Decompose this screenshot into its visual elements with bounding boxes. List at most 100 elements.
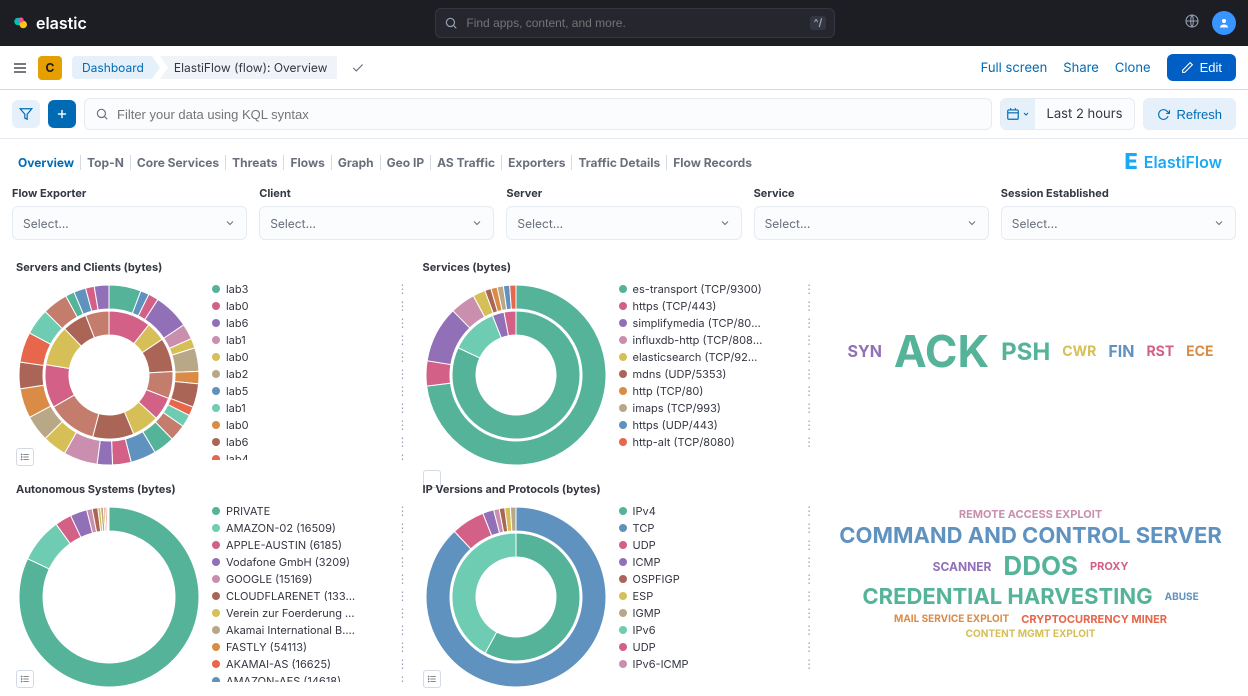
cloud-word[interactable]: SYN [848, 341, 882, 361]
legend-item[interactable]: PRIVATE ⋮ [212, 502, 409, 519]
legend-dots-icon[interactable]: ⋮ [803, 503, 815, 518]
legend-item[interactable]: UDP ⋮ [619, 536, 816, 553]
legend-dots-icon[interactable]: ⋮ [803, 349, 815, 364]
legend-item[interactable]: influxdb-http (TCP/8086) ⋮ [619, 331, 816, 348]
refresh-button[interactable]: Refresh [1143, 98, 1236, 130]
edit-button[interactable]: Edit [1167, 54, 1236, 81]
legend-item[interactable]: lab3 ⋮ [212, 280, 409, 297]
legend-item[interactable]: AMAZON-AES (14618) ⋮ [212, 672, 409, 682]
cloud-word[interactable]: ABUSE [1165, 591, 1199, 603]
global-search[interactable]: ^/ [435, 8, 835, 38]
list-icon[interactable] [423, 670, 441, 688]
legend-item[interactable]: http (TCP/80) ⋮ [619, 382, 816, 399]
legend-item[interactable]: lab4 ⋮ [212, 450, 409, 460]
legend-item[interactable]: https (UDP/443) ⋮ [619, 416, 816, 433]
legend-dots-icon[interactable]: ⋮ [397, 554, 409, 569]
legend-dots-icon[interactable]: ⋮ [397, 298, 409, 313]
list-icon[interactable] [16, 448, 34, 466]
legend-dots-icon[interactable]: ⋮ [397, 366, 409, 381]
tab-top-n[interactable]: Top-N [81, 155, 131, 170]
list-icon[interactable] [16, 670, 34, 688]
legend-dots-icon[interactable]: ⋮ [803, 554, 815, 569]
legend-item[interactable]: Akamai International B.V. (... ⋮ [212, 621, 409, 638]
tab-overview[interactable]: Overview [12, 155, 81, 170]
legend-dots-icon[interactable]: ⋮ [803, 434, 815, 449]
legend-item[interactable]: lab2 ⋮ [212, 365, 409, 382]
cloud-word[interactable]: ACK [894, 324, 989, 378]
donut-servers-clients[interactable] [14, 280, 204, 470]
legend-item[interactable]: IPv6 ⋮ [619, 621, 816, 638]
kql-input[interactable] [117, 107, 981, 122]
legend-item[interactable]: lab0 ⋮ [212, 416, 409, 433]
legend-item[interactable]: lab1 ⋮ [212, 399, 409, 416]
legend-item[interactable]: http-alt (TCP/8080) ⋮ [619, 433, 816, 450]
global-search-input[interactable] [466, 16, 801, 30]
legend-item[interactable]: elasticsearch (TCP/9200) ⋮ [619, 348, 816, 365]
legend-item[interactable]: GOOGLE (15169) ⋮ [212, 570, 409, 587]
cloud-word[interactable]: DDOS [1003, 551, 1078, 582]
tab-exporters[interactable]: Exporters [502, 155, 572, 170]
legend-dots-icon[interactable]: ⋮ [397, 400, 409, 415]
breadcrumb-current[interactable]: ElastiFlow (flow): Overview [160, 56, 338, 79]
hamburger-icon[interactable] [12, 60, 28, 76]
legend-dots-icon[interactable]: ⋮ [803, 605, 815, 620]
cloud-word[interactable]: FIN [1108, 341, 1134, 361]
legend-dots-icon[interactable]: ⋮ [803, 366, 815, 381]
legend-dots-icon[interactable]: ⋮ [803, 383, 815, 398]
tab-as-traffic[interactable]: AS Traffic [431, 155, 502, 170]
cloud-word[interactable]: RST [1146, 343, 1174, 360]
legend-dots-icon[interactable]: ⋮ [397, 588, 409, 603]
cloud-word[interactable]: PROXY [1090, 559, 1128, 573]
filter-select-client[interactable]: Select... [259, 206, 494, 240]
tab-flow-records[interactable]: Flow Records [667, 155, 758, 170]
cloud-word[interactable]: MAIL SERVICE EXPLOIT [894, 613, 1009, 625]
legend-dots-icon[interactable]: ⋮ [803, 588, 815, 603]
legend-dots-icon[interactable]: ⋮ [397, 622, 409, 637]
user-avatar[interactable] [1212, 11, 1236, 35]
clone-link[interactable]: Clone [1115, 60, 1151, 76]
legend-item[interactable]: AKAMAI-AS (16625) ⋮ [212, 655, 409, 672]
legend-item[interactable]: TCP ⋮ [619, 519, 816, 536]
legend-item[interactable]: CLOUDFLARENET (13335) ⋮ [212, 587, 409, 604]
tab-flows[interactable]: Flows [284, 155, 331, 170]
cloud-word[interactable]: CWR [1062, 343, 1096, 360]
breadcrumb-dashboard[interactable]: Dashboard [72, 56, 160, 79]
legend-item[interactable]: OSPFIGP ⋮ [619, 570, 816, 587]
filter-chip-icon[interactable] [12, 100, 40, 128]
kql-input-wrap[interactable] [84, 98, 992, 130]
filter-select-flow-exporter[interactable]: Select... [12, 206, 247, 240]
legend-item[interactable]: IPv6-ICMP ⋮ [619, 655, 816, 672]
fullscreen-link[interactable]: Full screen [981, 60, 1048, 76]
legend-item[interactable]: lab0 ⋮ [212, 297, 409, 314]
cloud-word[interactable]: PSH [1001, 337, 1050, 366]
tab-graph[interactable]: Graph [332, 155, 381, 170]
legend-dots-icon[interactable]: ⋮ [397, 451, 409, 460]
legend-dots-icon[interactable]: ⋮ [803, 298, 815, 313]
calendar-icon[interactable] [1001, 99, 1035, 129]
legend-item[interactable]: https (TCP/443) ⋮ [619, 297, 816, 314]
cloud-word[interactable]: ECE [1186, 343, 1213, 360]
legend-item[interactable]: Vodafone GmbH (3209) ⋮ [212, 553, 409, 570]
legend-item[interactable]: IPv4 ⋮ [619, 502, 816, 519]
legend-dots-icon[interactable]: ⋮ [397, 332, 409, 347]
tab-traffic-details[interactable]: Traffic Details [572, 155, 667, 170]
share-link[interactable]: Share [1063, 60, 1099, 76]
legend-dots-icon[interactable]: ⋮ [397, 503, 409, 518]
legend-dots-icon[interactable]: ⋮ [803, 622, 815, 637]
legend-dots-icon[interactable]: ⋮ [397, 520, 409, 535]
legend-dots-icon[interactable]: ⋮ [397, 571, 409, 586]
filter-select-service[interactable]: Select... [754, 206, 989, 240]
legend-dots-icon[interactable]: ⋮ [803, 281, 815, 296]
legend-dots-icon[interactable]: ⋮ [397, 434, 409, 449]
wordcloud-threats[interactable]: REMOTE ACCESS EXPLOITCOMMAND AND CONTROL… [827, 478, 1234, 668]
legend-item[interactable]: lab5 ⋮ [212, 382, 409, 399]
legend-item[interactable]: mdns (UDP/5353) ⋮ [619, 365, 816, 382]
legend-item[interactable]: IGMP ⋮ [619, 604, 816, 621]
legend-dots-icon[interactable]: ⋮ [397, 605, 409, 620]
legend-item[interactable]: lab6 ⋮ [212, 433, 409, 450]
legend-dots-icon[interactable]: ⋮ [803, 520, 815, 535]
cloud-word[interactable]: CONTENT MGMT EXPLOIT [966, 628, 1096, 640]
cloud-word[interactable]: CREDENTIAL HARVESTING [862, 584, 1152, 610]
filter-select-session-established[interactable]: Select... [1001, 206, 1236, 240]
legend-item[interactable]: es-transport (TCP/9300) ⋮ [619, 280, 816, 297]
